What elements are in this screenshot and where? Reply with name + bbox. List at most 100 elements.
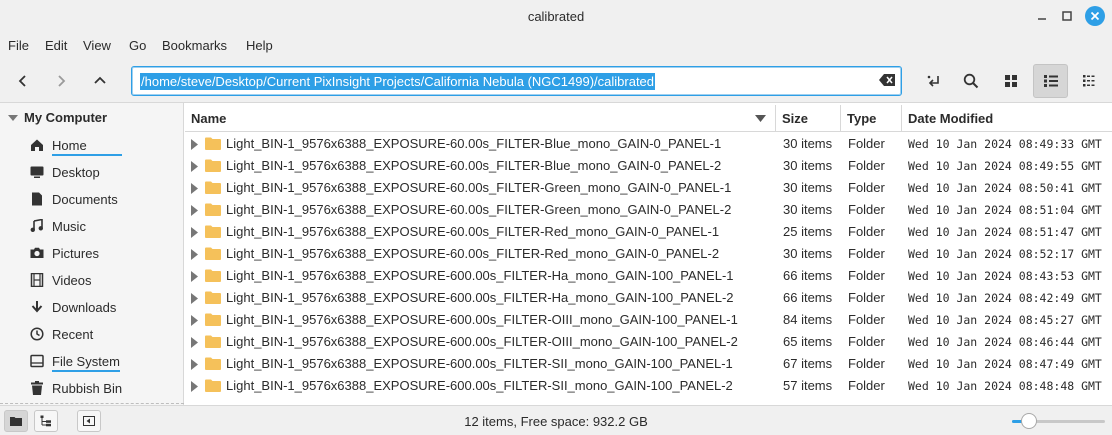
clock-icon [30, 327, 44, 341]
file-name[interactable]: Light_BIN-1_9576x6388_EXPOSURE-60.00s_FI… [226, 136, 721, 151]
expand-arrow-icon[interactable] [191, 248, 198, 263]
toggle-location-button[interactable] [918, 65, 950, 97]
file-name[interactable]: Light_BIN-1_9576x6388_EXPOSURE-600.00s_F… [226, 356, 733, 371]
icon-view-button[interactable] [995, 65, 1027, 97]
up-button[interactable] [84, 65, 116, 97]
expand-arrow-icon[interactable] [191, 182, 198, 197]
folder-icon [205, 225, 221, 241]
close-button[interactable] [1085, 6, 1105, 26]
column-label: Type [847, 111, 877, 126]
sidebar-item-recent[interactable]: Recent [30, 323, 93, 345]
sidebar: My Computer Home Desktop Documents Music… [0, 103, 184, 405]
expand-arrow-icon[interactable] [191, 314, 198, 329]
menu-bookmarks[interactable]: Bookmarks [162, 38, 227, 53]
list-view-button[interactable] [1033, 64, 1068, 98]
sidebar-item-label: Documents [52, 191, 118, 207]
file-size: 57 items [783, 378, 833, 393]
sidebar-item-label: Desktop [52, 164, 100, 180]
minimize-icon [1038, 18, 1046, 20]
menu-view[interactable]: View [83, 38, 111, 53]
maximize-button[interactable] [1057, 6, 1077, 26]
file-date-modified: Wed 10 Jan 2024 08:43:53 GMT [908, 269, 1102, 283]
expand-arrow-icon[interactable] [191, 138, 198, 153]
expand-arrow-icon[interactable] [191, 204, 198, 219]
file-date-modified: Wed 10 Jan 2024 08:45:27 GMT [908, 313, 1102, 327]
menu-edit[interactable]: Edit [45, 38, 67, 53]
sidebar-item-pictures[interactable]: Pictures [30, 242, 99, 264]
sidebar-item-videos[interactable]: Videos [30, 269, 92, 291]
zoom-slider-handle[interactable] [1020, 413, 1037, 429]
folder-icon [205, 203, 221, 219]
mounted-indicator [52, 369, 120, 372]
close-icon [1090, 11, 1100, 21]
sidebar-item-home[interactable]: Home [30, 134, 122, 156]
minimize-button[interactable] [1032, 6, 1052, 26]
file-name[interactable]: Light_BIN-1_9576x6388_EXPOSURE-600.00s_F… [226, 312, 738, 327]
expand-arrow-icon[interactable] [191, 380, 198, 395]
expand-arrow-icon[interactable] [191, 270, 198, 285]
column-header-bar: Name Size Type Date Modified [185, 105, 1112, 132]
sidebar-item-desktop[interactable]: Desktop [30, 161, 100, 183]
table-row[interactable]: Light_BIN-1_9576x6388_EXPOSURE-600.00s_F… [185, 331, 1112, 353]
column-header-type[interactable]: Type [841, 105, 902, 132]
document-icon [30, 192, 44, 206]
file-name[interactable]: Light_BIN-1_9576x6388_EXPOSURE-600.00s_F… [226, 290, 734, 305]
file-date-modified: Wed 10 Jan 2024 08:47:49 GMT [908, 357, 1102, 371]
file-name[interactable]: Light_BIN-1_9576x6388_EXPOSURE-60.00s_FI… [226, 202, 731, 217]
expand-arrow-icon[interactable] [191, 160, 198, 175]
file-name[interactable]: Light_BIN-1_9576x6388_EXPOSURE-600.00s_F… [226, 334, 738, 349]
table-row[interactable]: Light_BIN-1_9576x6388_EXPOSURE-60.00s_FI… [185, 155, 1112, 177]
table-row[interactable]: Light_BIN-1_9576x6388_EXPOSURE-600.00s_F… [185, 375, 1112, 397]
file-date-modified: Wed 10 Jan 2024 08:48:48 GMT [908, 379, 1102, 393]
file-name[interactable]: Light_BIN-1_9576x6388_EXPOSURE-60.00s_FI… [226, 158, 721, 173]
file-name[interactable]: Light_BIN-1_9576x6388_EXPOSURE-600.00s_F… [226, 268, 734, 283]
sidebar-item-file-system[interactable]: File System [30, 350, 120, 372]
sidebar-item-music[interactable]: Music [30, 215, 86, 237]
chevron-right-icon [58, 75, 66, 87]
sidebar-item-label: Videos [52, 272, 92, 288]
sidebar-item-downloads[interactable]: Downloads [30, 296, 116, 318]
expand-arrow-icon[interactable] [191, 292, 198, 307]
file-name[interactable]: Light_BIN-1_9576x6388_EXPOSURE-60.00s_FI… [226, 224, 719, 239]
music-icon [30, 219, 44, 233]
table-row[interactable]: Light_BIN-1_9576x6388_EXPOSURE-600.00s_F… [185, 287, 1112, 309]
file-name[interactable]: Light_BIN-1_9576x6388_EXPOSURE-600.00s_F… [226, 378, 733, 393]
file-size: 65 items [783, 334, 833, 349]
search-button[interactable] [955, 65, 987, 97]
file-size: 30 items [783, 246, 833, 261]
sidebar-item-label: Pictures [52, 245, 99, 261]
table-row[interactable]: Light_BIN-1_9576x6388_EXPOSURE-600.00s_F… [185, 309, 1112, 331]
menu-go[interactable]: Go [129, 38, 146, 53]
table-row[interactable]: Light_BIN-1_9576x6388_EXPOSURE-60.00s_FI… [185, 243, 1112, 265]
forward-button[interactable] [45, 65, 77, 97]
clear-location-button[interactable] [879, 74, 895, 89]
table-row[interactable]: Light_BIN-1_9576x6388_EXPOSURE-60.00s_FI… [185, 133, 1112, 155]
file-name[interactable]: Light_BIN-1_9576x6388_EXPOSURE-60.00s_FI… [226, 246, 719, 261]
menu-file[interactable]: File [8, 38, 29, 53]
sidebar-section-my-computer[interactable]: My Computer [8, 110, 107, 125]
table-row[interactable]: Light_BIN-1_9576x6388_EXPOSURE-600.00s_F… [185, 353, 1112, 375]
location-path[interactable]: /home/steve/Desktop/Current PixInsight P… [140, 73, 656, 90]
column-header-size[interactable]: Size [776, 105, 841, 132]
table-row[interactable]: Light_BIN-1_9576x6388_EXPOSURE-600.00s_F… [185, 265, 1112, 287]
back-button[interactable] [7, 65, 39, 97]
expand-arrow-icon[interactable] [191, 358, 198, 373]
folder-icon [205, 181, 221, 197]
table-row[interactable]: Light_BIN-1_9576x6388_EXPOSURE-60.00s_FI… [185, 177, 1112, 199]
expand-arrow-icon[interactable] [191, 226, 198, 241]
location-bar[interactable]: /home/steve/Desktop/Current PixInsight P… [131, 66, 902, 96]
expand-arrow-icon[interactable] [191, 336, 198, 351]
desktop-icon [30, 165, 44, 179]
sidebar-item-rubbish-bin[interactable]: Rubbish Bin [30, 377, 122, 399]
column-header-name[interactable]: Name [185, 105, 776, 132]
table-row[interactable]: Light_BIN-1_9576x6388_EXPOSURE-60.00s_FI… [185, 221, 1112, 243]
compact-view-button[interactable] [1073, 65, 1105, 97]
file-date-modified: Wed 10 Jan 2024 08:52:17 GMT [908, 247, 1102, 261]
drive-icon [30, 354, 44, 368]
file-name[interactable]: Light_BIN-1_9576x6388_EXPOSURE-60.00s_FI… [226, 180, 731, 195]
menu-help[interactable]: Help [246, 38, 273, 53]
column-label: Size [782, 111, 809, 126]
column-header-date-modified[interactable]: Date Modified [902, 105, 1112, 132]
sidebar-item-documents[interactable]: Documents [30, 188, 118, 210]
table-row[interactable]: Light_BIN-1_9576x6388_EXPOSURE-60.00s_FI… [185, 199, 1112, 221]
